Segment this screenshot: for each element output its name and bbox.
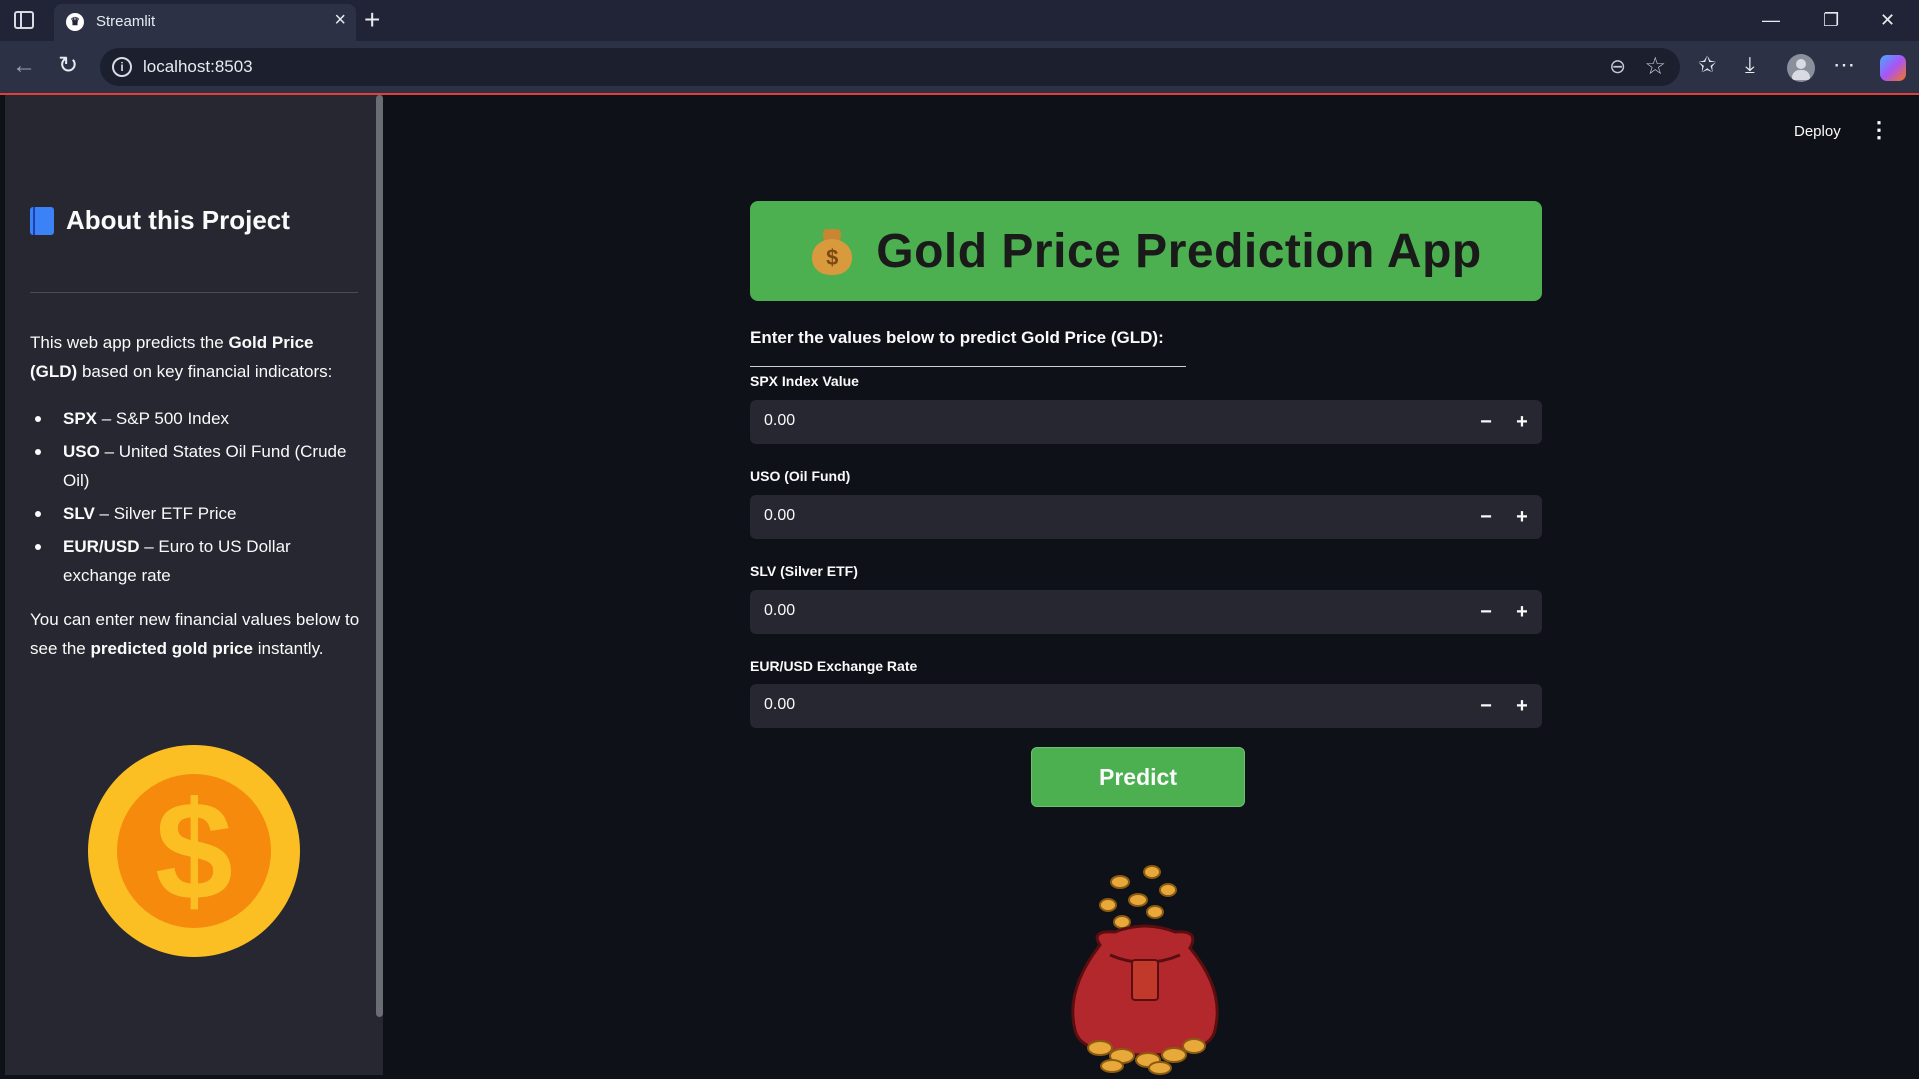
sidebar-toggle-icon[interactable] bbox=[14, 11, 34, 29]
tab-close-icon[interactable]: × bbox=[334, 10, 346, 30]
browser-tab[interactable]: ♛ Streamlit × bbox=[54, 4, 356, 41]
heading-divider bbox=[750, 366, 1186, 367]
download-icon[interactable]: ⤓ bbox=[1745, 51, 1755, 79]
slv-decrement-button[interactable]: − bbox=[1472, 598, 1500, 626]
sidebar-divider bbox=[30, 292, 358, 293]
profile-avatar[interactable] bbox=[1787, 54, 1815, 82]
spx-decrement-button[interactable]: − bbox=[1472, 408, 1500, 436]
favorites-icon[interactable]: ✩ bbox=[1698, 51, 1716, 79]
sidebar-title: About this Project bbox=[30, 205, 290, 236]
streamlit-favicon-icon: ♛ bbox=[66, 13, 84, 31]
zoom-icon[interactable]: ⊖ bbox=[1609, 54, 1626, 79]
slv-increment-button[interactable]: + bbox=[1508, 598, 1536, 626]
more-options-icon[interactable]: ⋯ bbox=[1833, 51, 1855, 79]
back-icon[interactable]: ← bbox=[12, 53, 36, 79]
copilot-icon[interactable] bbox=[1880, 55, 1906, 81]
sidebar-title-text: About this Project bbox=[66, 205, 290, 235]
list-item: USO – United States Oil Fund (Crude Oil) bbox=[30, 437, 365, 495]
restore-icon[interactable]: ❐ bbox=[1823, 6, 1839, 34]
spx-increment-button[interactable]: + bbox=[1508, 408, 1536, 436]
slv-input[interactable] bbox=[764, 602, 1364, 620]
favorite-star-icon[interactable]: ☆ bbox=[1644, 52, 1666, 81]
intro-prefix: This web app predicts the bbox=[30, 333, 229, 352]
dollar-sign: $ bbox=[117, 774, 271, 928]
item-term: EUR/USD bbox=[63, 537, 140, 556]
uso-number-input: − + bbox=[750, 495, 1542, 539]
item-desc: – United States Oil Fund (Crude Oil) bbox=[63, 442, 347, 490]
intro-suffix: based on key financial indicators: bbox=[77, 362, 333, 381]
list-item: EUR/USD – Euro to US Dollar exchange rat… bbox=[30, 532, 365, 590]
spx-input[interactable] bbox=[764, 412, 1364, 430]
sidebar-outro: You can enter new financial values below… bbox=[30, 605, 365, 663]
eurusd-increment-button[interactable]: + bbox=[1508, 692, 1536, 720]
eurusd-decrement-button[interactable]: − bbox=[1472, 692, 1500, 720]
eurusd-label: EUR/USD Exchange Rate bbox=[750, 658, 918, 674]
site-info-icon[interactable]: i bbox=[112, 57, 132, 77]
close-window-icon[interactable]: ✕ bbox=[1880, 6, 1895, 34]
item-desc: – Silver ETF Price bbox=[94, 504, 237, 523]
new-tab-button[interactable]: + bbox=[364, 4, 380, 36]
uso-increment-button[interactable]: + bbox=[1508, 503, 1536, 531]
money-bag-icon: $ bbox=[810, 227, 854, 275]
item-desc: – S&P 500 Index bbox=[97, 409, 230, 428]
eurusd-number-input: − + bbox=[750, 684, 1542, 728]
minimize-icon[interactable]: — bbox=[1762, 6, 1780, 34]
spx-label: SPX Index Value bbox=[750, 373, 859, 389]
item-term: SPX bbox=[63, 409, 98, 428]
outro-suffix: instantly. bbox=[252, 639, 324, 658]
outro-bold: predicted gold price bbox=[90, 639, 253, 658]
reload-icon[interactable]: ↻ bbox=[58, 53, 78, 79]
eurusd-input[interactable] bbox=[764, 696, 1364, 714]
list-item: SPX – S&P 500 Index bbox=[30, 404, 365, 433]
uso-input[interactable] bbox=[764, 507, 1364, 525]
slv-number-input: − + bbox=[750, 590, 1542, 634]
form-instructions: Enter the values below to predict Gold P… bbox=[750, 328, 1164, 347]
deploy-button[interactable]: Deploy bbox=[1794, 123, 1841, 140]
dollar-coin-icon: $ bbox=[88, 745, 300, 957]
item-term: USO bbox=[63, 442, 100, 461]
browser-tab-bar: ♛ Streamlit × + — ❐ ✕ bbox=[0, 0, 1919, 41]
address-bar[interactable]: i localhost:8503 ⊖ ☆ bbox=[100, 48, 1680, 86]
page-title: Gold Price Prediction App bbox=[876, 224, 1482, 278]
book-icon bbox=[30, 206, 54, 235]
item-term: SLV bbox=[63, 504, 95, 523]
tab-title: Streamlit bbox=[96, 13, 156, 30]
list-item: SLV – Silver ETF Price bbox=[30, 499, 365, 528]
browser-toolbar: ← ↻ i localhost:8503 ⊖ ☆ ✩ ⤓ ⋯ bbox=[0, 41, 1919, 93]
indicator-list: SPX – S&P 500 Index USO – United States … bbox=[30, 404, 365, 594]
url-text[interactable]: localhost:8503 bbox=[143, 57, 253, 77]
main-menu-icon[interactable]: ⋮ bbox=[1868, 119, 1890, 141]
spx-number-input: − + bbox=[750, 400, 1542, 444]
uso-decrement-button[interactable]: − bbox=[1472, 503, 1500, 531]
app-banner: $ Gold Price Prediction App bbox=[750, 201, 1542, 301]
predict-button[interactable]: Predict bbox=[1031, 747, 1245, 807]
money-bag-illustration bbox=[1071, 865, 1219, 1075]
uso-label: USO (Oil Fund) bbox=[750, 468, 851, 484]
slv-label: SLV (Silver ETF) bbox=[750, 563, 858, 579]
sidebar-scrollbar[interactable] bbox=[376, 95, 383, 1017]
sidebar-intro: This web app predicts the Gold Price (GL… bbox=[30, 328, 365, 386]
